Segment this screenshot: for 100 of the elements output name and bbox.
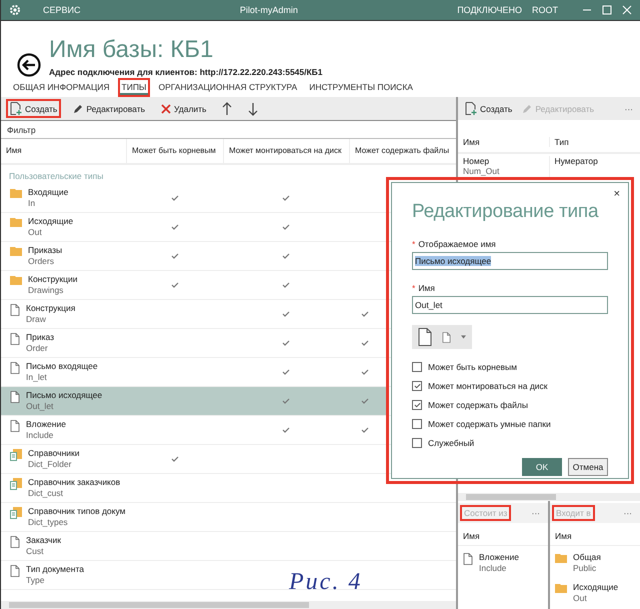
more-button[interactable]: ··· [620,505,636,521]
create-button[interactable]: Создать [6,99,62,118]
type-name: Общая [573,552,601,563]
new-document-icon [10,102,22,115]
checkbox[interactable] [412,400,422,410]
book-folder-icon [10,478,22,490]
group-label: Пользовательские типы [8,170,104,183]
checkbox-label: Может содержать файлы [428,400,528,410]
new-document-icon [465,102,477,115]
delete-button[interactable]: Удалить [157,100,210,116]
column-header[interactable]: Имя [1,139,126,163]
ok-button[interactable]: OK [522,458,562,476]
close-icon[interactable] [622,5,632,15]
checkbox-label: Может быть корневым [428,362,518,372]
column-header[interactable]: Может монтироваться на диск [223,139,349,163]
type-code: Order [26,343,49,354]
type-name: Тип документа [26,564,84,575]
icon-picker[interactable] [412,325,472,349]
book-folder-icon [10,449,22,461]
document-icon [10,420,20,432]
checkbox[interactable] [412,380,422,390]
type-code: Public [573,563,598,574]
type-name: Приказ [26,332,54,343]
column-header[interactable]: Может содержать файлы [349,139,456,163]
type-name: Справочники [28,448,80,459]
edit-button[interactable]: Редактировать [69,100,150,116]
checkbox[interactable] [412,362,422,372]
tab[interactable]: ОБЩАЯ ИНФОРМАЦИЯ [9,78,114,96]
type-name: Конструкция [26,303,76,314]
type-name: Заказчик [26,535,61,546]
required-mark: * [412,239,416,249]
checkbox[interactable] [412,418,422,428]
type-name: Приказы [28,245,62,256]
maximize-icon[interactable] [602,5,612,15]
horizontal-scrollbar[interactable] [1,601,456,609]
list-item[interactable]: Вложение Include [458,546,548,576]
tab[interactable]: ИНСТРУМЕНТЫ ПОИСКА [305,78,417,96]
pencil-icon [73,104,84,114]
type-name: Вложение [26,419,66,430]
type-code: Include [479,563,508,574]
pencil-icon [522,104,532,114]
column-header[interactable]: Может быть корневым [126,139,223,163]
type-name: Вложение [479,552,519,563]
document-icon [10,362,20,374]
document-icon [10,333,20,345]
folder-icon [10,188,22,198]
document-icon [463,553,473,565]
type-name: Конструкции [28,274,78,285]
column-header[interactable]: Имя [458,523,548,546]
create-button[interactable]: Создать [461,99,516,118]
type-code: Out_let [26,401,54,412]
type-code: Out [573,593,588,604]
close-button[interactable]: × [614,188,620,200]
type-code: Dict_types [28,517,69,528]
filter-field[interactable]: Фильтр [1,120,456,139]
type-code: Dict_Folder [28,459,72,470]
list-item[interactable]: Исходящие Out [550,576,640,606]
column-header[interactable]: Тип [548,137,640,147]
type-name: Справочник типов докум [28,506,126,517]
selected-row[interactable]: Письмо исходящее Out_let [1,387,387,415]
more-button[interactable]: ··· [528,505,544,521]
type-code: Drawings [28,285,64,296]
back-icon[interactable] [17,53,41,77]
field-label: Имя [418,283,435,293]
type-code: Draw [26,314,47,325]
column-header[interactable]: Имя [458,137,548,147]
figure-caption: Рис. 4 [289,569,362,596]
arrow-down-icon [248,102,258,116]
folder-icon [10,217,22,227]
field-label: Отображаемое имя [418,239,496,249]
folder-icon [10,246,22,256]
list-item[interactable]: Общая Public [550,546,640,576]
cancel-button[interactable]: Отмена [568,458,608,476]
document-icon [10,304,20,316]
input-field[interactable]: Письмо исходящее [412,252,608,270]
required-mark: * [412,283,416,293]
document-icon [10,565,20,577]
tab[interactable]: ТИПЫ [118,78,150,96]
service-menu[interactable]: СЕРВИС [43,5,80,15]
field-value: Письмо исходящее [415,256,492,266]
attribute-type: Нумератор [548,156,640,180]
dialog-title: Редактирование типа [412,201,600,223]
document-icon [10,391,20,403]
column-header[interactable]: Имя [550,523,640,546]
database-title: Имя базы: КБ1 [49,35,214,65]
more-button[interactable]: ··· [620,100,637,116]
book-folder-icon [10,507,22,519]
table-row[interactable]: Номер Num_Out Нумератор [458,154,640,180]
tab[interactable]: ОРГАНИЗАЦИОННАЯ СТРУКТУРА [154,78,302,96]
checkbox[interactable] [412,438,422,448]
document-icon [442,332,451,342]
type-code: Dict_cust [28,488,64,499]
type-name: Письмо входящее [26,361,98,372]
gear-icon[interactable] [9,4,21,16]
horizontal-scrollbar[interactable] [458,493,640,501]
type-code: In_let [26,372,48,383]
input-field[interactable]: Out_let [412,296,608,314]
checkbox-label: Может монтироваться на диск [428,380,548,390]
window-title: Pilot-myAdmin [238,5,299,15]
type-code: In [28,198,36,209]
